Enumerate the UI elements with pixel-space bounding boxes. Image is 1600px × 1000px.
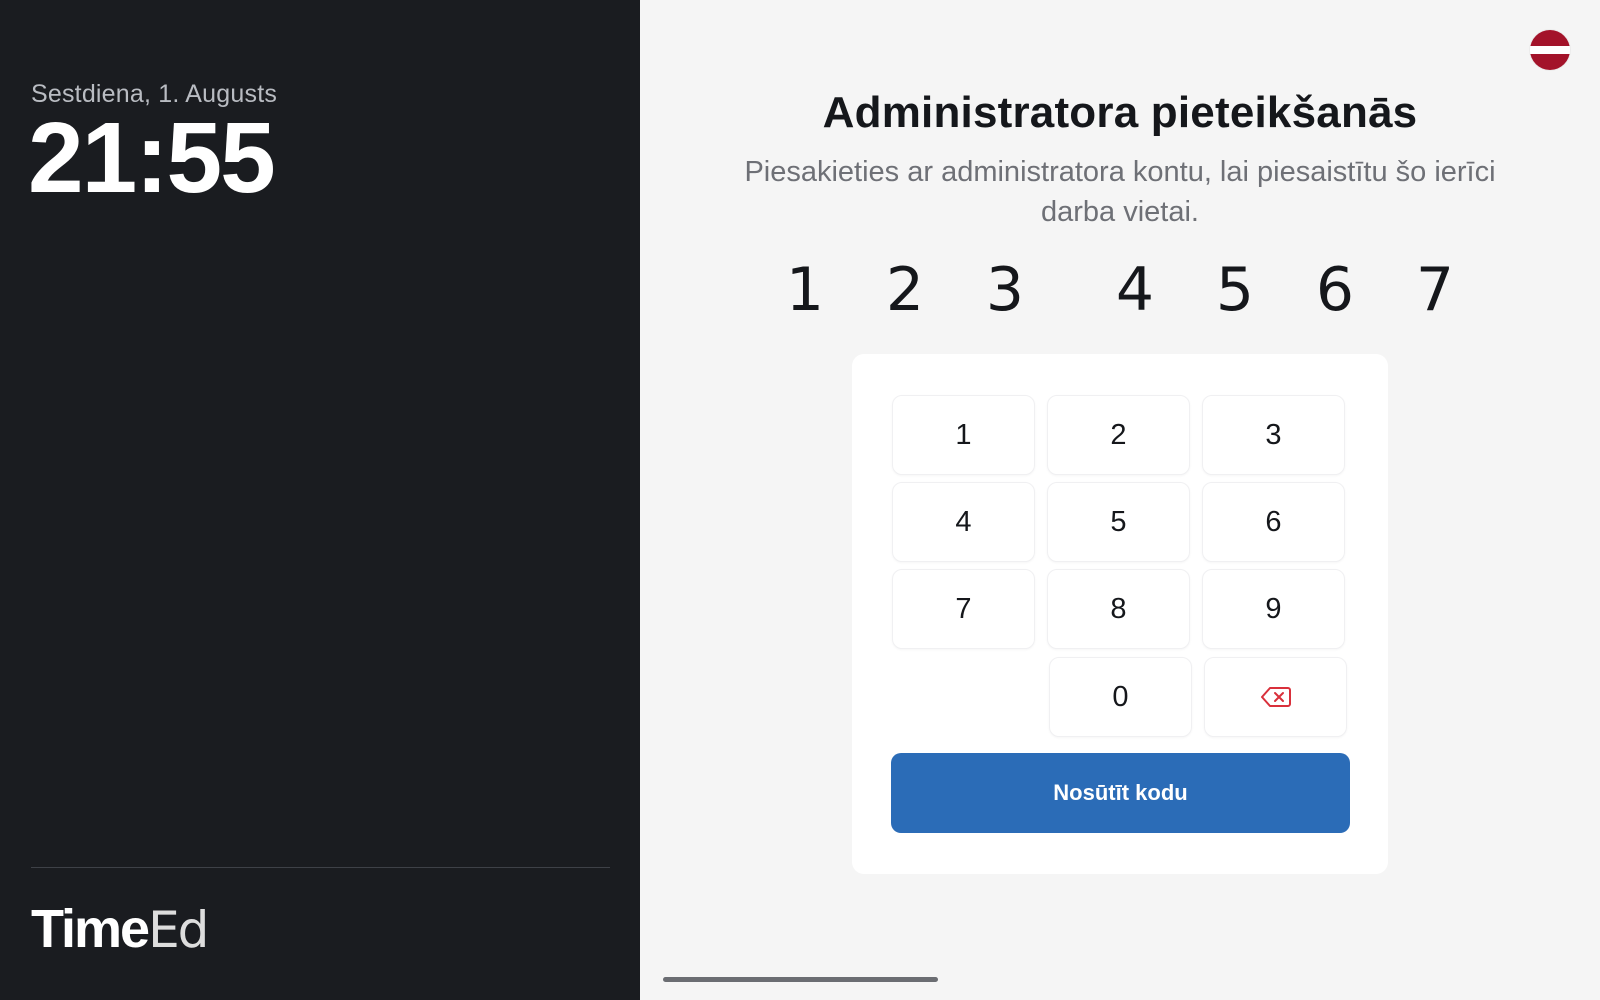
key-1[interactable]: 1 — [892, 395, 1035, 475]
key-5[interactable]: 5 — [1047, 482, 1190, 562]
backspace-icon — [1260, 687, 1291, 707]
key-6[interactable]: 6 — [1202, 482, 1345, 562]
code-digit: 4 — [1115, 255, 1155, 325]
logo-bold-text: Time — [31, 899, 150, 959]
code-display: 1 2 3 4 5 6 7 — [780, 255, 1460, 325]
code-digit: 5 — [1215, 255, 1255, 325]
key-3[interactable]: 3 — [1202, 395, 1345, 475]
key-0[interactable]: 0 — [1049, 657, 1192, 737]
key-9[interactable]: 9 — [1202, 569, 1345, 649]
code-digit: 2 — [885, 255, 925, 325]
sidebar: Sestdiena, 1. Augusts 21:55 TimeEd — [0, 0, 640, 1000]
app-logo: TimeEd — [31, 899, 209, 959]
page-title: Administratora pieteikšanās — [822, 88, 1418, 137]
sidebar-divider — [31, 867, 610, 868]
page-subtitle: Piesakieties ar administratora kontu, la… — [744, 156, 1496, 228]
key-4[interactable]: 4 — [892, 482, 1035, 562]
key-7[interactable]: 7 — [892, 569, 1035, 649]
key-8[interactable]: 8 — [1047, 569, 1190, 649]
code-digit: 6 — [1315, 255, 1355, 325]
logo-thin-text: Ed — [148, 901, 209, 959]
latvia-flag-icon[interactable] — [1530, 30, 1570, 70]
home-indicator — [663, 977, 938, 982]
code-digit: 3 — [985, 255, 1025, 325]
key-2[interactable]: 2 — [1047, 395, 1190, 475]
code-digit: 7 — [1415, 255, 1455, 325]
send-code-button[interactable]: Nosūtīt kodu — [891, 753, 1350, 833]
delete-button[interactable] — [1204, 657, 1347, 737]
code-digit: 1 — [785, 255, 825, 325]
current-time: 21:55 — [28, 102, 276, 214]
